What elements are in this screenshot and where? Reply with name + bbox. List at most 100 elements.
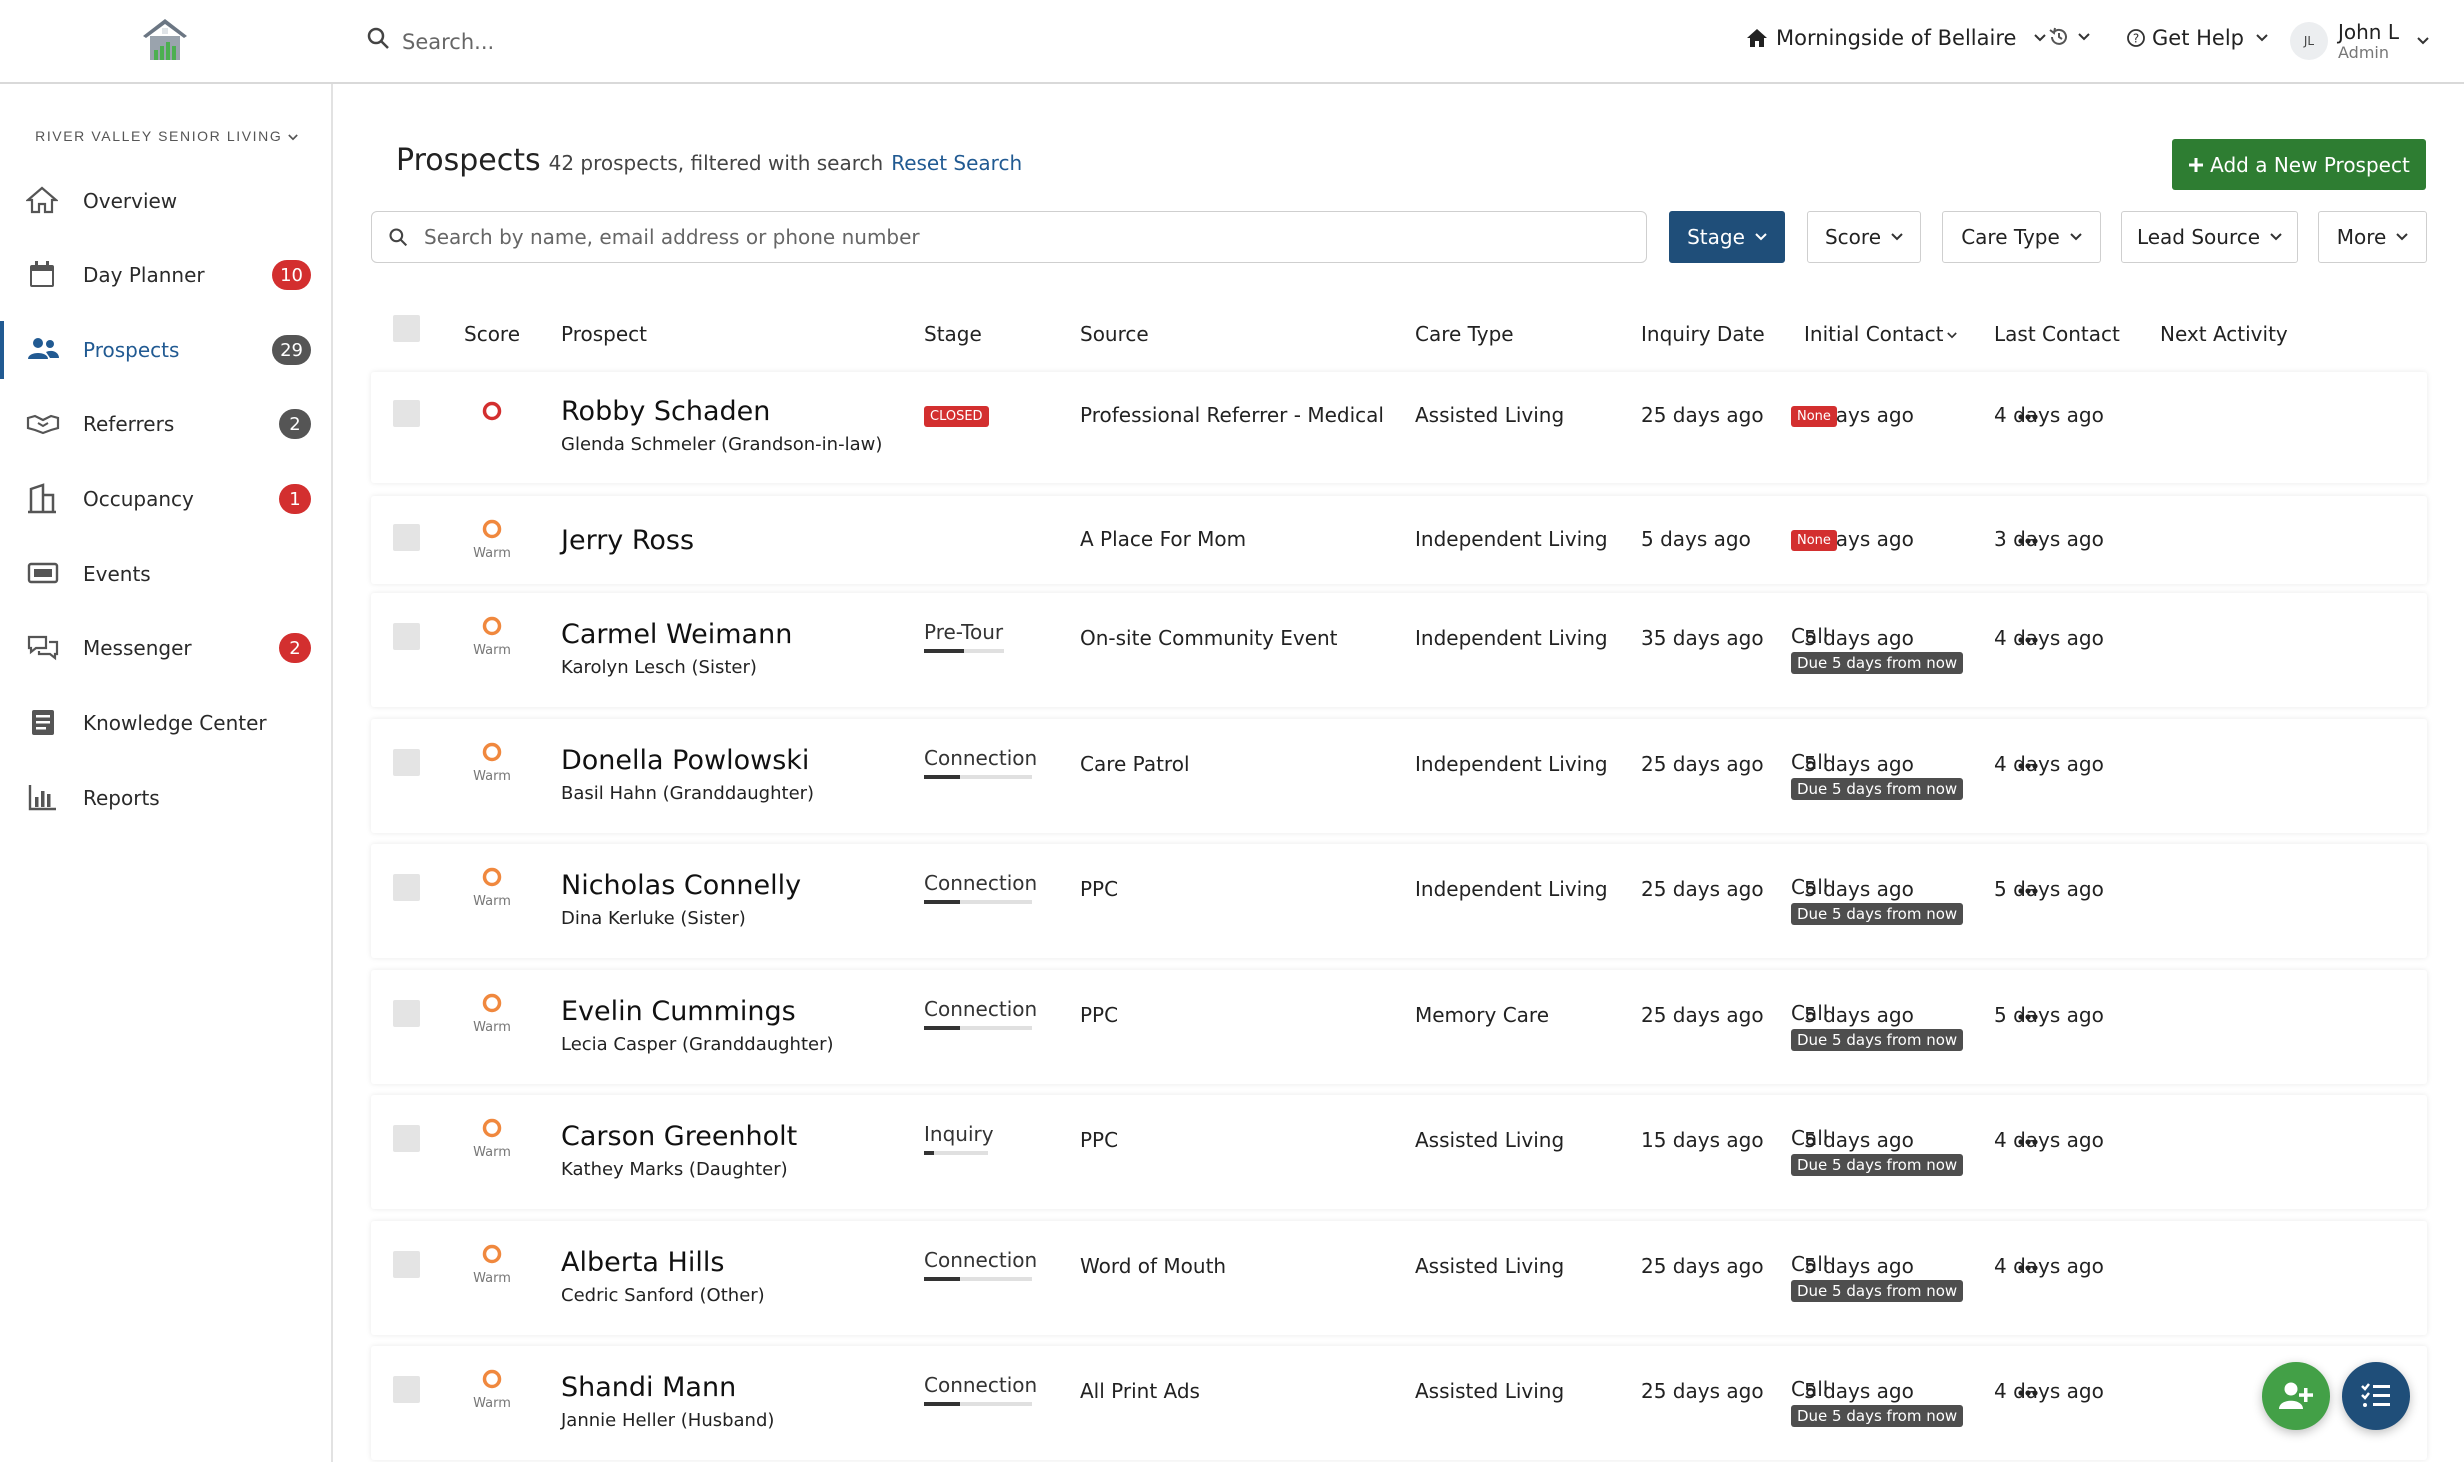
select-all-checkbox[interactable] (393, 315, 420, 342)
row-checkbox[interactable] (393, 400, 420, 427)
more-actions-icon[interactable] (2017, 1138, 2039, 1146)
score-label: Warm (473, 1271, 511, 1286)
care-type-cell: Assisted Living (1415, 1254, 1565, 1278)
prospect-contact: Lecia Casper (Granddaughter) (561, 1034, 834, 1055)
table-row[interactable]: Warm Carson Greenholt Kathey Marks (Daught… (371, 1095, 2427, 1209)
filter-lead-source-button[interactable]: Lead Source (2121, 211, 2298, 263)
inquiry-date-cell: 25 days ago (1641, 877, 1764, 901)
user-name: John L (2338, 20, 2399, 44)
table-row[interactable]: Warm Carmel Weimann Karolyn Lesch (Sister)… (371, 593, 2427, 707)
table-row[interactable]: Warm Nicholas Connelly Dina Kerluke (Siste… (371, 844, 2427, 958)
sidebar-item-overview[interactable]: Overview (0, 164, 333, 238)
users-icon (26, 334, 60, 366)
more-actions-icon[interactable] (2017, 636, 2039, 644)
column-header-last-contact[interactable]: Last Contact (1994, 322, 2120, 346)
sidebar-item-messenger[interactable]: Messenger 2 (0, 611, 333, 685)
prospect-name[interactable]: Jerry Ross (561, 525, 694, 556)
column-header-initial-contact[interactable]: Initial Contact (1804, 322, 1957, 346)
community-name: Morningside of Bellaire (1776, 26, 2017, 50)
row-checkbox[interactable] (393, 874, 420, 901)
prospect-name[interactable]: Shandi Mann (561, 1372, 736, 1403)
sidebar-item-events[interactable]: Events (0, 537, 333, 611)
table-row[interactable]: Warm Alberta Hills Cedric Sanford (Other) C… (371, 1221, 2427, 1335)
logo[interactable] (140, 16, 190, 64)
sidebar-item-reports[interactable]: Reports (0, 761, 333, 835)
more-actions-icon[interactable] (2017, 537, 2039, 545)
building-icon (26, 483, 60, 515)
filter-more-button[interactable]: More (2318, 211, 2427, 263)
score-label: Warm (473, 546, 511, 561)
filter-label: Care Type (1961, 225, 2060, 249)
more-actions-icon[interactable] (2017, 1389, 2039, 1397)
column-header-inquiry-date[interactable]: Inquiry Date (1641, 322, 1765, 346)
stage-progress-bar (924, 900, 1032, 904)
filter-care-type-button[interactable]: Care Type (1942, 211, 2101, 263)
global-search-input[interactable] (402, 22, 902, 62)
task-list-button[interactable] (2342, 1362, 2410, 1430)
more-actions-icon[interactable] (2017, 413, 2039, 421)
column-header-care-type[interactable]: Care Type (1415, 322, 1514, 346)
home-icon (26, 185, 60, 217)
sidebar-item-knowledge-center[interactable]: Knowledge Center (0, 686, 333, 760)
next-activity-type[interactable]: Call (1791, 875, 1828, 899)
next-activity-type[interactable]: Call (1791, 1252, 1828, 1276)
column-header-prospect[interactable]: Prospect (561, 322, 647, 346)
prospect-name[interactable]: Nicholas Connelly (561, 870, 801, 901)
history-dropdown[interactable] (2048, 26, 2090, 48)
prospect-name[interactable]: Robby Schaden (561, 396, 770, 427)
prospect-name[interactable]: Evelin Cummings (561, 996, 796, 1027)
prospect-name[interactable]: Carson Greenholt (561, 1121, 797, 1152)
next-activity-type[interactable]: Call (1791, 750, 1828, 774)
column-header-score[interactable]: Score (464, 322, 520, 346)
quick-add-prospect-button[interactable] (2262, 1362, 2330, 1430)
row-checkbox[interactable] (393, 749, 420, 776)
reset-search-link[interactable]: Reset Search (891, 151, 1022, 175)
add-new-prospect-button[interactable]: Add a New Prospect (2172, 139, 2426, 190)
sidebar-item-label: Reports (83, 786, 160, 810)
sidebar-item-referrers[interactable]: Referrers 2 (0, 387, 333, 461)
stage-progress-fill (924, 900, 960, 904)
more-actions-icon[interactable] (2017, 887, 2039, 895)
sidebar-item-label: Day Planner (83, 263, 205, 287)
get-help-dropdown[interactable]: ? Get Help (2126, 26, 2268, 50)
sidebar-item-prospects[interactable]: Prospects 29 (0, 313, 333, 387)
inquiry-date-cell: 25 days ago (1641, 1379, 1764, 1403)
more-actions-icon[interactable] (2017, 1264, 2039, 1272)
chevron-down-icon (2256, 34, 2268, 42)
next-activity-type[interactable]: Call (1791, 1126, 1828, 1150)
org-selector[interactable]: RIVER VALLEY SENIOR LIVING (0, 128, 333, 144)
row-checkbox[interactable] (393, 1376, 420, 1403)
table-row[interactable]: Warm Shandi Mann Jannie Heller (Husband) Co… (371, 1346, 2427, 1460)
table-row[interactable]: Warm Jerry Ross A Place For Mom Independent… (371, 496, 2427, 584)
user-menu[interactable]: JL John L Admin (2290, 20, 2429, 62)
stage-progress-fill (924, 1151, 934, 1155)
more-actions-icon[interactable] (2017, 1013, 2039, 1021)
row-checkbox[interactable] (393, 623, 420, 650)
next-activity-type[interactable]: Call (1791, 1377, 1828, 1401)
prospect-search-input[interactable] (424, 225, 1646, 249)
prospect-name[interactable]: Donella Powlowski (561, 745, 809, 776)
prospect-name[interactable]: Carmel Weimann (561, 619, 792, 650)
column-header-source[interactable]: Source (1080, 322, 1149, 346)
row-checkbox[interactable] (393, 524, 420, 551)
stage-progress-bar (924, 775, 1032, 779)
more-actions-icon[interactable] (2017, 762, 2039, 770)
row-checkbox[interactable] (393, 1125, 420, 1152)
next-activity-type[interactable]: Call (1791, 624, 1828, 648)
prospect-contact: Cedric Sanford (Other) (561, 1285, 765, 1306)
column-header-stage[interactable]: Stage (924, 322, 982, 346)
sidebar-item-day-planner[interactable]: Day Planner 10 (0, 238, 333, 312)
filter-stage-button[interactable]: Stage (1669, 211, 1785, 263)
inquiry-date-cell: 25 days ago (1641, 752, 1764, 776)
sidebar-item-occupancy[interactable]: Occupancy 1 (0, 462, 333, 536)
row-checkbox[interactable] (393, 1000, 420, 1027)
prospect-name[interactable]: Alberta Hills (561, 1247, 724, 1278)
stage-progress-fill (924, 1026, 960, 1030)
table-row[interactable]: Warm Evelin Cummings Lecia Casper (Grandda… (371, 970, 2427, 1084)
table-row[interactable]: Warm Donella Powlowski Basil Hahn (Grandda… (371, 719, 2427, 833)
row-checkbox[interactable] (393, 1251, 420, 1278)
community-selector[interactable]: Morningside of Bellaire (1746, 26, 2047, 50)
filter-score-button[interactable]: Score (1807, 211, 1921, 263)
next-activity-type[interactable]: Call (1791, 1001, 1828, 1025)
table-row[interactable]: Robby Schaden Glenda Schmeler (Grandson-i… (371, 372, 2427, 483)
